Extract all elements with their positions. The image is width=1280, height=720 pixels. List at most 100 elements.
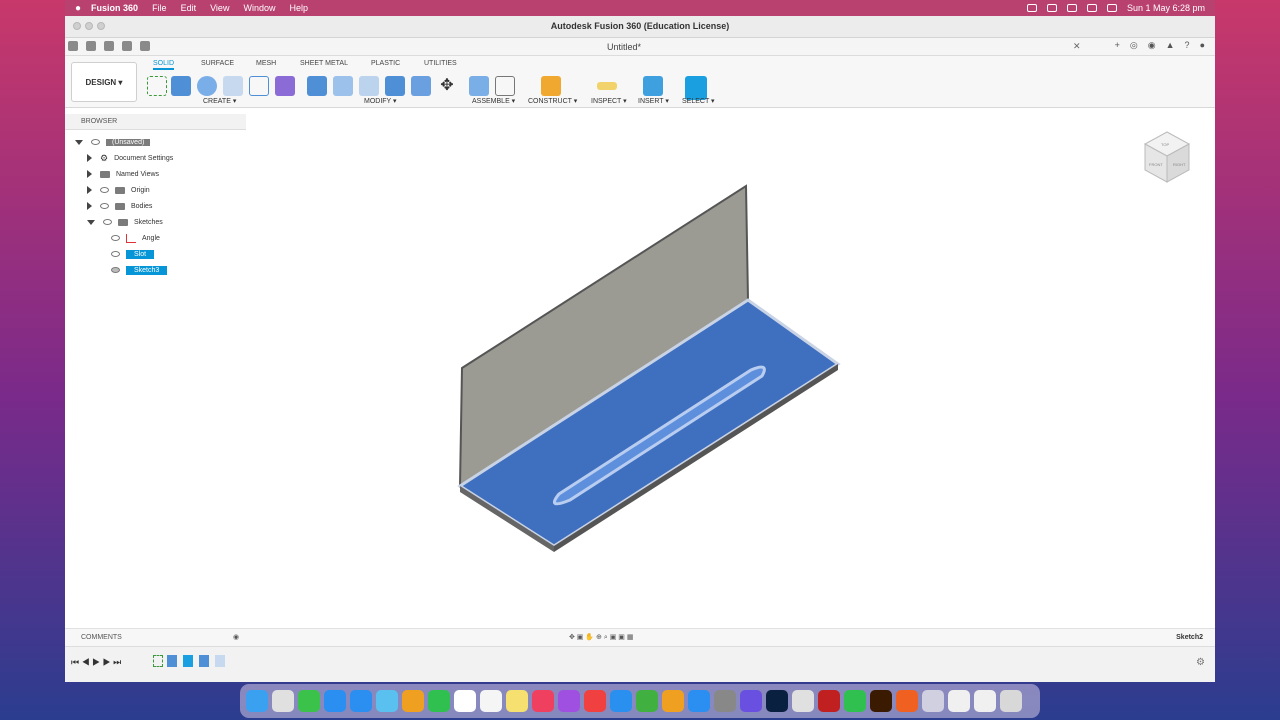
status-icon[interactable] <box>1026 4 1037 12</box>
group-modify[interactable]: MODIFY ▾ <box>364 97 397 105</box>
acrobat-icon[interactable] <box>818 690 840 712</box>
sketch-item-slot[interactable]: Slot <box>111 248 155 260</box>
help-viewer-icon[interactable] <box>922 690 944 712</box>
navigation-toolbar[interactable]: ✥ ▣ ✋ ⊕ ⌕ ▣ ▣ ▦ <box>569 629 633 647</box>
tab-surface[interactable]: SURFACE <box>201 60 234 67</box>
status-icon[interactable] <box>1046 4 1057 12</box>
move-icon[interactable]: ✥ <box>437 76 457 96</box>
safari-icon[interactable] <box>324 690 346 712</box>
tree-item-origin[interactable]: Origin <box>87 184 150 196</box>
pattern-icon[interactable] <box>249 76 269 96</box>
document-icon[interactable] <box>948 690 970 712</box>
close-tab-icon[interactable]: ✕ <box>1073 41 1081 52</box>
trash-icon[interactable] <box>1000 690 1022 712</box>
reminders-icon[interactable] <box>480 690 502 712</box>
help-icon[interactable]: ? <box>1185 40 1190 51</box>
expand-icon[interactable] <box>87 186 92 194</box>
group-assemble[interactable]: ASSEMBLE ▾ <box>472 97 515 105</box>
maps-icon[interactable] <box>376 690 398 712</box>
extensions-icon[interactable]: ◎ <box>1130 40 1138 51</box>
avatar[interactable]: ● <box>1200 40 1205 51</box>
job-status-icon[interactable]: ◉ <box>1148 40 1156 51</box>
preview-icon[interactable] <box>974 690 996 712</box>
messages-icon[interactable] <box>298 690 320 712</box>
new-component-icon[interactable] <box>469 76 489 96</box>
canvas-viewport[interactable]: TOP FRONT RIGHT <box>246 114 1215 628</box>
sketch-item-sketch3[interactable]: Sketch3 <box>111 264 168 276</box>
fusion-360-icon[interactable] <box>896 690 918 712</box>
visibility-icon[interactable] <box>100 203 109 209</box>
save-icon[interactable] <box>104 41 114 51</box>
group-select[interactable]: SELECT ▾ <box>682 97 715 105</box>
split-body-icon[interactable] <box>411 76 431 96</box>
mail-icon[interactable] <box>350 690 372 712</box>
menu-help[interactable]: Help <box>289 3 308 13</box>
podcasts-icon[interactable] <box>558 690 580 712</box>
tab-solid[interactable]: SOLID <box>153 60 175 70</box>
tree-item-sketches[interactable]: Sketches <box>87 216 163 228</box>
timeline-extrude-icon[interactable] <box>167 655 177 667</box>
group-inspect[interactable]: INSPECT ▾ <box>591 97 627 105</box>
visibility-icon[interactable] <box>111 235 120 241</box>
tab-sheet-metal[interactable]: SHEET METAL <box>300 60 348 67</box>
joint-icon[interactable] <box>495 76 515 96</box>
tree-item-document-settings[interactable]: ⚙ Document Settings <box>87 152 173 164</box>
menu-app-name[interactable]: Fusion 360 <box>91 3 138 13</box>
wifi-icon[interactable] <box>1066 4 1077 12</box>
collapse-icon[interactable] <box>75 139 83 145</box>
press-pull-icon[interactable] <box>307 76 327 96</box>
notifications-icon[interactable]: ▲ <box>1166 40 1175 51</box>
group-construct[interactable]: CONSTRUCT ▾ <box>528 97 577 105</box>
extrude-icon[interactable] <box>171 76 191 96</box>
timeline-sketch-icon[interactable] <box>153 655 163 667</box>
expand-icon[interactable] <box>87 154 92 162</box>
combine-icon[interactable] <box>385 76 405 96</box>
tree-item-bodies[interactable]: Bodies <box>87 200 152 212</box>
timeline-feature-icon[interactable] <box>183 655 193 667</box>
fillet-icon[interactable] <box>333 76 353 96</box>
battery-icon[interactable] <box>1086 4 1097 12</box>
control-center-icon[interactable] <box>1106 4 1117 12</box>
notes-icon[interactable] <box>506 690 528 712</box>
comments-toggle-icon[interactable]: ◉ <box>233 629 239 647</box>
insert-image-icon[interactable] <box>643 76 663 96</box>
news-icon[interactable] <box>584 690 606 712</box>
menu-window[interactable]: Window <box>243 3 275 13</box>
photos-icon[interactable] <box>402 690 424 712</box>
visibility-icon[interactable] <box>100 187 109 193</box>
view-cube[interactable]: TOP FRONT RIGHT <box>1139 128 1195 193</box>
visibility-icon[interactable] <box>111 251 120 257</box>
zoom-window-button[interactable] <box>97 22 105 30</box>
tree-item-named-views[interactable]: Named Views <box>87 168 159 180</box>
comments-label[interactable]: COMMENTS <box>65 634 122 641</box>
browser-root[interactable]: (Unsaved) <box>75 136 151 148</box>
system-preferences-icon[interactable] <box>714 690 736 712</box>
offset-plane-icon[interactable] <box>541 76 561 96</box>
shortcuts-icon[interactable] <box>740 690 762 712</box>
timeline-feature-icon[interactable] <box>199 655 209 667</box>
keynote-icon[interactable] <box>610 690 632 712</box>
finder-icon[interactable] <box>246 690 268 712</box>
calendar-icon[interactable] <box>454 690 476 712</box>
close-window-button[interactable] <box>73 22 81 30</box>
apple-icon[interactable]: ● <box>75 3 81 14</box>
visibility-icon[interactable] <box>111 267 120 273</box>
visibility-icon[interactable] <box>103 219 112 225</box>
shell-icon[interactable] <box>359 76 379 96</box>
workspace-switcher[interactable]: DESIGN ▾ <box>71 62 137 102</box>
settings-gear-icon[interactable]: ⚙ <box>1196 657 1205 668</box>
undo-icon[interactable] <box>122 41 132 51</box>
document-tab[interactable]: Untitled* <box>607 42 641 52</box>
create-sketch-icon[interactable] <box>147 76 167 96</box>
hole-icon[interactable] <box>223 76 243 96</box>
clock[interactable]: Sun 1 May 6:28 pm <box>1127 3 1205 13</box>
minimize-window-button[interactable] <box>85 22 93 30</box>
pages-icon[interactable] <box>662 690 684 712</box>
tab-plastic[interactable]: PLASTIC <box>371 60 400 67</box>
music-icon[interactable] <box>532 690 554 712</box>
menu-file[interactable]: File <box>152 3 167 13</box>
sketch-item-angle[interactable]: Angle <box>111 232 160 244</box>
revolve-icon[interactable] <box>197 76 217 96</box>
data-panel-icon[interactable] <box>68 41 78 51</box>
redo-icon[interactable] <box>140 41 150 51</box>
